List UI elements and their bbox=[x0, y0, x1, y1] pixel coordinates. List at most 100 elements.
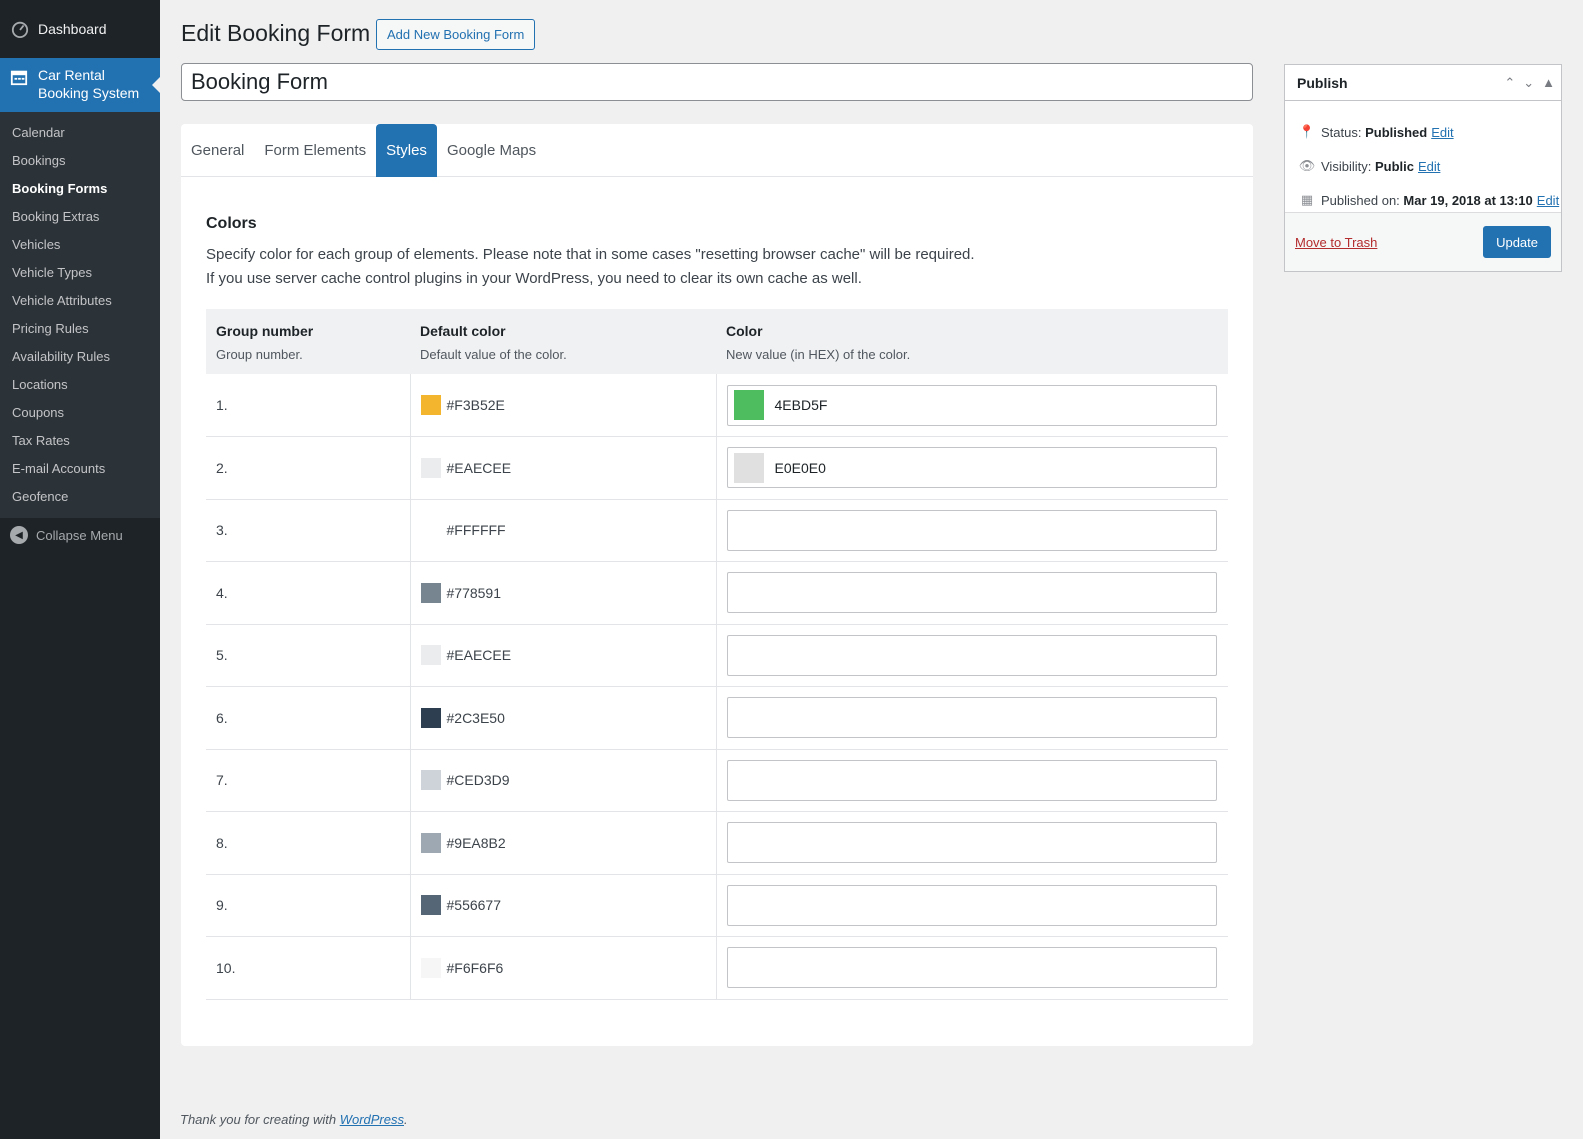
default-color-swatch bbox=[420, 645, 441, 666]
section-description-1: Specify color for each group of elements… bbox=[206, 246, 975, 263]
header-color: Color New value (in HEX) of the color. bbox=[716, 309, 1228, 374]
color-value-cell: 4EBD5F bbox=[716, 374, 1228, 437]
table-row: 4. #778591 bbox=[206, 561, 1228, 625]
post-title-input[interactable]: Booking Form bbox=[181, 63, 1253, 101]
default-color-hex: #2C3E50 bbox=[446, 709, 505, 726]
submenu-item-email-accounts[interactable]: E-mail Accounts bbox=[0, 455, 160, 483]
default-color-cell: #778591 bbox=[409, 561, 717, 625]
collapse-arrow-icon: ◀ bbox=[10, 526, 28, 544]
default-color-hex: #556677 bbox=[446, 897, 502, 914]
color-value-cell bbox=[716, 624, 1228, 687]
group-number-cell: 5. bbox=[206, 624, 410, 687]
submenu-item-coupons[interactable]: Coupons bbox=[0, 399, 160, 427]
edit-date-link[interactable]: Edit bbox=[1537, 193, 1559, 208]
default-color-swatch bbox=[420, 957, 441, 978]
color-hex-input[interactable] bbox=[726, 634, 1217, 676]
collapse-menu[interactable]: ◀ Collapse Menu bbox=[0, 518, 160, 552]
eye-icon: 👁 bbox=[1298, 158, 1316, 173]
default-color-swatch bbox=[420, 832, 441, 853]
submenu-item-vehicles[interactable]: Vehicles bbox=[0, 231, 160, 259]
default-color-swatch bbox=[420, 770, 441, 791]
table-row: 8. #9EA8B2 bbox=[206, 811, 1228, 875]
default-color-cell: #F3B52E bbox=[409, 374, 717, 437]
edit-status-link[interactable]: Edit bbox=[1431, 125, 1453, 140]
colors-table: Group number Group number. Default color… bbox=[206, 309, 1228, 1000]
tab-bar: General Form Elements Styles Google Maps bbox=[181, 124, 1253, 177]
group-number-cell: 4. bbox=[206, 561, 410, 625]
submenu-item-locations[interactable]: Locations bbox=[0, 371, 160, 399]
edit-visibility-link[interactable]: Edit bbox=[1418, 159, 1440, 174]
submenu-item-pricing-rules[interactable]: Pricing Rules bbox=[0, 315, 160, 343]
submenu-item-calendar[interactable]: Calendar bbox=[0, 119, 160, 147]
color-value-cell: E0E0E0 bbox=[716, 436, 1228, 500]
color-preview-swatch[interactable] bbox=[733, 390, 764, 420]
submenu-item-booking-extras[interactable]: Booking Extras bbox=[0, 203, 160, 231]
wordpress-link[interactable]: WordPress bbox=[340, 1112, 404, 1127]
publish-box: Publish ⌃ ⌄ ▲ 📍 Status: Published Edit 👁… bbox=[1284, 64, 1562, 272]
update-button[interactable]: Update bbox=[1483, 226, 1551, 258]
color-hex-input[interactable] bbox=[726, 759, 1217, 801]
table-row: 2. #EAECEE E0E0E0 bbox=[206, 436, 1228, 500]
default-color-cell: #EAECEE bbox=[409, 436, 717, 500]
default-color-hex: #FFFFFF bbox=[446, 522, 506, 539]
color-hex-input[interactable] bbox=[726, 572, 1217, 614]
section-description-2: If you use server cache control plugins … bbox=[206, 270, 862, 287]
submenu-item-vehicle-types[interactable]: Vehicle Types bbox=[0, 259, 160, 287]
add-new-booking-form-button[interactable]: Add New Booking Form bbox=[376, 19, 536, 50]
default-color-swatch bbox=[420, 582, 441, 603]
header-subtitle: New value (in HEX) of the color. bbox=[726, 347, 911, 362]
color-preview-swatch[interactable] bbox=[733, 452, 764, 483]
header-default-color: Default color Default value of the color… bbox=[410, 309, 716, 374]
menu-car-rental[interactable]: Car Rental Booking System bbox=[0, 58, 160, 112]
color-hex-input[interactable] bbox=[726, 697, 1217, 739]
submenu-item-booking-forms[interactable]: Booking Forms bbox=[0, 175, 160, 203]
toggle-panel-icon[interactable]: ▲ bbox=[1542, 75, 1555, 91]
move-to-trash-link[interactable]: Move to Trash bbox=[1295, 235, 1377, 250]
default-color-hex: #778591 bbox=[446, 584, 502, 601]
publish-visibility-row: 👁 Visibility: Public Edit bbox=[1285, 149, 1561, 183]
calendar-icon: ▦ bbox=[1300, 192, 1314, 207]
default-color-hex: #F6F6F6 bbox=[446, 959, 504, 976]
calendar-icon bbox=[10, 68, 30, 90]
group-number-cell: 6. bbox=[206, 686, 410, 750]
menu-dashboard[interactable]: Dashboard bbox=[0, 0, 160, 58]
color-hex-input[interactable] bbox=[726, 947, 1217, 989]
table-row: 7. #CED3D9 bbox=[206, 749, 1228, 812]
group-number-cell: 7. bbox=[206, 749, 410, 812]
default-color-cell: #556677 bbox=[409, 874, 717, 937]
collapse-menu-label: Collapse Menu bbox=[36, 527, 123, 543]
color-value-cell bbox=[716, 499, 1228, 562]
table-row: 3. #FFFFFF bbox=[206, 499, 1228, 562]
header-title: Group number bbox=[216, 323, 314, 339]
submenu-item-vehicle-attributes[interactable]: Vehicle Attributes bbox=[0, 287, 160, 315]
table-row: 6. #2C3E50 bbox=[206, 686, 1228, 750]
move-up-icon[interactable]: ⌃ bbox=[1504, 75, 1515, 91]
group-number-cell: 8. bbox=[206, 811, 410, 875]
default-color-hex: #F3B52E bbox=[446, 397, 505, 413]
submenu: Calendar Bookings Booking Forms Booking … bbox=[0, 112, 160, 518]
table-row: 10. #F6F6F6 bbox=[206, 936, 1228, 1000]
dashboard-icon bbox=[10, 19, 30, 39]
header-subtitle: Group number. bbox=[216, 347, 303, 362]
color-hex-input[interactable] bbox=[726, 884, 1217, 926]
published-label: Published on: bbox=[1321, 192, 1400, 208]
submenu-item-tax-rates[interactable]: Tax Rates bbox=[0, 427, 160, 455]
header-group-number: Group number Group number. bbox=[206, 309, 410, 374]
publish-header: Publish ⌃ ⌄ ▲ bbox=[1285, 65, 1561, 101]
table-row: 1. #F3B52E 4EBD5F bbox=[206, 374, 1228, 437]
default-color-swatch bbox=[420, 520, 441, 541]
color-hex-input[interactable]: E0E0E0 bbox=[726, 447, 1217, 489]
menu-dashboard-label: Dashboard bbox=[38, 21, 107, 37]
tab-general[interactable]: General bbox=[181, 124, 254, 177]
color-hex-input[interactable] bbox=[726, 509, 1217, 551]
color-hex-input[interactable] bbox=[726, 822, 1217, 864]
submenu-item-bookings[interactable]: Bookings bbox=[0, 147, 160, 175]
submenu-item-geofence[interactable]: Geofence bbox=[0, 483, 160, 511]
color-hex-input[interactable]: 4EBD5F bbox=[726, 384, 1217, 426]
move-down-icon[interactable]: ⌄ bbox=[1523, 75, 1534, 91]
tab-styles[interactable]: Styles bbox=[376, 124, 437, 177]
group-number-cell: 9. bbox=[206, 874, 410, 937]
submenu-item-availability-rules[interactable]: Availability Rules bbox=[0, 343, 160, 371]
tab-google-maps[interactable]: Google Maps bbox=[437, 124, 546, 177]
tab-form-elements[interactable]: Form Elements bbox=[254, 124, 376, 177]
